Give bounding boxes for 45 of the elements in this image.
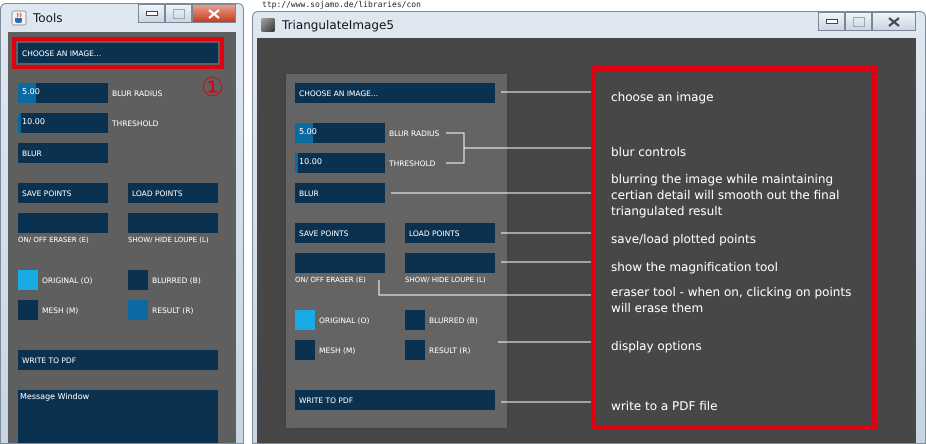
annotation-text: write to a PDF file (611, 398, 718, 414)
toggle-button[interactable] (128, 213, 218, 233)
window-title: Tools (33, 11, 64, 25)
slider-value: 5.00 (299, 127, 317, 136)
annotation-text: choose an image (611, 89, 714, 105)
display-toggle[interactable] (405, 340, 425, 360)
annotation-text: blur controls (611, 144, 688, 160)
message-window: Message Window (18, 390, 218, 443)
annotation-text: display options (611, 338, 703, 354)
url-text: ttp://www.sojamo.de/libraries/con (262, 0, 421, 10)
close-icon (888, 16, 900, 26)
slider-value: 5.00 (22, 87, 40, 96)
toggle-button[interactable] (18, 213, 108, 233)
minimize-icon (146, 10, 158, 16)
slider[interactable]: 5.00 (18, 83, 108, 103)
close-icon (208, 8, 220, 18)
display-toggle[interactable] (18, 300, 38, 320)
display-toggle[interactable] (18, 270, 38, 290)
display-toggle[interactable] (405, 310, 425, 330)
slider[interactable]: 10.00 (295, 153, 385, 173)
maximize-icon (172, 8, 184, 18)
display-toggle[interactable] (128, 300, 148, 320)
toggle-button[interactable] (295, 253, 385, 273)
slider[interactable]: 10.00 (18, 113, 108, 133)
display-toggle[interactable] (295, 340, 315, 360)
annotation-text: save/load plotted points (611, 231, 757, 247)
toggle-button[interactable] (405, 253, 495, 273)
window-icon (260, 17, 276, 33)
step-number: ① (201, 73, 224, 101)
close-button[interactable] (192, 4, 236, 23)
minimize-button[interactable] (818, 12, 845, 31)
slider-value: 10.00 (299, 157, 322, 166)
coffee-cup-icon (11, 10, 27, 26)
slider-value: 10.00 (22, 117, 45, 126)
maximize-icon (852, 16, 864, 26)
minimize-button[interactable] (138, 4, 165, 23)
display-toggle[interactable] (295, 310, 315, 330)
annotation-text: eraser tool - when on, clicking on points will erase them (611, 284, 852, 316)
window-title: TriangulateImage5 (282, 18, 396, 32)
slider[interactable]: 5.00 (295, 123, 385, 143)
close-button[interactable] (872, 12, 916, 31)
display-toggle[interactable] (128, 270, 148, 290)
annotation-text: show the magnification tool (611, 259, 779, 275)
annotation-text: blurring the image while maintaining certian detail will smooth out the final triangulated result (611, 171, 840, 219)
minimize-icon (826, 18, 838, 24)
